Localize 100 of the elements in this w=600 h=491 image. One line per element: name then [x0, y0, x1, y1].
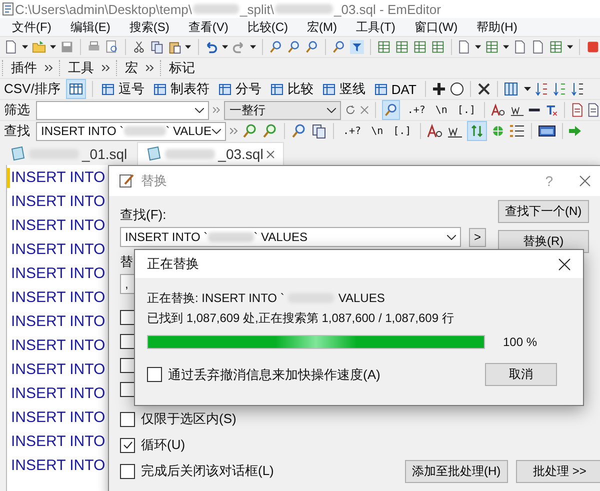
find-combo[interactable]: INSERT INTO ` ` VALUE: [36, 122, 226, 140]
preview-icon[interactable]: [104, 39, 119, 55]
menu-item[interactable]: 搜索(S): [129, 18, 170, 36]
menu-item[interactable]: 文件(F): [12, 18, 52, 36]
clear-format-icon[interactable]: [545, 103, 558, 117]
list-icon[interactable]: [509, 124, 526, 138]
close-icon[interactable]: [558, 258, 571, 270]
grid-icon[interactable]: [412, 39, 427, 55]
scissors-icon[interactable]: [132, 39, 146, 55]
copy-icon[interactable]: [150, 39, 164, 55]
search-icon[interactable]: [242, 123, 258, 139]
csv-mode-button[interactable]: 制表符: [151, 80, 212, 98]
circle-icon[interactable]: [450, 82, 464, 96]
regex-option[interactable]: \n: [432, 104, 450, 116]
copy-icon[interactable]: [311, 123, 327, 139]
csv-mode-button[interactable]: DAT: [372, 82, 420, 96]
grid-icon[interactable]: [549, 39, 564, 55]
regex-option[interactable]: [.]: [454, 104, 478, 116]
caret-icon[interactable]: [524, 87, 532, 91]
toolbar-label[interactable]: 标记: [169, 59, 195, 77]
sort-icon[interactable]: [535, 82, 550, 96]
document-icon[interactable]: [457, 39, 472, 55]
regex-option[interactable]: [.]: [390, 126, 414, 136]
document-icon[interactable]: [513, 39, 528, 55]
toolbar-label[interactable]: 宏: [125, 59, 138, 77]
expand-button[interactable]: >: [469, 228, 486, 246]
search-icon[interactable]: [382, 100, 400, 120]
grid-icon[interactable]: [376, 39, 391, 55]
menu-item[interactable]: 帮助(H): [476, 18, 518, 36]
chevron-icon[interactable]: [102, 65, 110, 71]
dialog-button[interactable]: 添加至批处理(H): [405, 460, 508, 483]
table-icon[interactable]: [66, 79, 86, 99]
menu-item[interactable]: 比较(C): [247, 18, 288, 36]
toolbar-label[interactable]: 插件: [11, 59, 37, 77]
document-icon[interactable]: [570, 102, 584, 118]
checkbox[interactable]: [147, 367, 162, 382]
caret-icon[interactable]: [475, 45, 482, 49]
editor-area[interactable]: INSERT INTO INSERT INTO INSERT INTO INSERT INTO INSERT INTO INSERT INTO INSERT INTO INSERT INTO INSERT INTO INSERT INTO INSERT INTO INSERT INTO INSERT INTO: [6, 165, 109, 491]
regex-option[interactable]: \n: [368, 126, 386, 136]
checkbox[interactable]: [120, 464, 135, 478]
refresh-icon[interactable]: [345, 104, 356, 116]
checkbox[interactable]: [120, 412, 135, 426]
caret-icon[interactable]: [185, 45, 192, 49]
csv-mode-button[interactable]: 比较: [268, 80, 316, 98]
stop-icon[interactable]: [586, 39, 600, 55]
file-tab[interactable]: _03.sql: [137, 142, 284, 165]
case-icon[interactable]: [427, 124, 444, 138]
menu-item[interactable]: 窗口(W): [414, 18, 458, 36]
csv-mode-button[interactable]: 竖线: [320, 80, 368, 98]
find-combo[interactable]: INSERT INTO ` ` VALUES: [120, 227, 462, 247]
menu-item[interactable]: 编辑(E): [70, 18, 110, 36]
regex-option[interactable]: .+?: [404, 104, 428, 116]
sort-icon[interactable]: [571, 82, 586, 96]
document-icon[interactable]: [587, 102, 600, 118]
grid-icon[interactable]: [504, 82, 520, 96]
checkbox[interactable]: [120, 310, 135, 325]
grid-icon[interactable]: [430, 39, 445, 55]
swap-icon[interactable]: [467, 121, 488, 141]
grid-icon[interactable]: [485, 39, 500, 55]
search-icon[interactable]: [291, 123, 307, 139]
search-icon[interactable]: [305, 39, 320, 55]
search-icon[interactable]: [287, 39, 302, 55]
caret-icon[interactable]: [567, 45, 574, 49]
scope-combo[interactable]: 一整行: [224, 100, 342, 120]
caret-icon[interactable]: [22, 45, 28, 49]
sort-icon[interactable]: [553, 82, 568, 96]
document-icon[interactable]: [531, 39, 546, 55]
chevron-icon[interactable]: [146, 65, 154, 71]
window-icon[interactable]: [538, 124, 556, 138]
dialog-button[interactable]: 查找下一个(N): [498, 200, 589, 223]
chevron-icon[interactable]: [45, 65, 53, 71]
checkbox[interactable]: [120, 382, 135, 397]
cancel-button[interactable]: 取消: [485, 363, 557, 386]
checkbox[interactable]: [120, 334, 135, 349]
case-icon[interactable]: [491, 103, 506, 117]
caret-icon[interactable]: [222, 45, 228, 49]
csv-mode-button[interactable]: 分号: [216, 80, 264, 98]
checkbox[interactable]: [120, 438, 135, 452]
plus-icon[interactable]: [432, 82, 446, 96]
clipboard-icon[interactable]: [168, 39, 182, 55]
csv-mode-button[interactable]: 逗号: [99, 80, 148, 98]
file-tab[interactable]: _01.sql: [2, 143, 136, 165]
menu-item[interactable]: 工具(T): [356, 18, 396, 36]
grid-icon[interactable]: [394, 39, 409, 55]
menu-item[interactable]: 宏(M): [307, 18, 337, 36]
search-icon[interactable]: [332, 39, 346, 55]
checkbox[interactable]: [120, 358, 135, 373]
filter-icon[interactable]: [350, 39, 364, 55]
dialog-button[interactable]: 批处理 >>: [516, 460, 600, 483]
arrow-icon[interactable]: [569, 126, 582, 136]
globe-icon[interactable]: [491, 124, 506, 138]
search-icon[interactable]: [269, 39, 284, 55]
document-icon[interactable]: [4, 39, 18, 55]
caret-icon[interactable]: [503, 45, 510, 49]
caret-icon[interactable]: [50, 45, 56, 49]
regex-option[interactable]: .+?: [340, 126, 364, 136]
search-icon[interactable]: [262, 123, 278, 139]
caret-icon[interactable]: [250, 45, 256, 49]
menu-item[interactable]: 查看(V): [188, 18, 228, 36]
toolbar-label[interactable]: 工具: [68, 59, 94, 77]
